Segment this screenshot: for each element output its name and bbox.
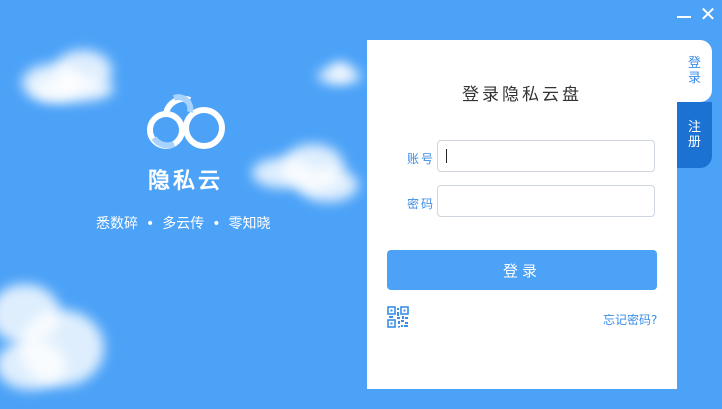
cloud-decoration xyxy=(248,140,363,210)
password-label: 密码 xyxy=(406,197,435,211)
tagline-item: 多云传 xyxy=(162,216,205,232)
forgot-password-link[interactable]: 忘记密码? xyxy=(603,311,657,328)
tagline-separator: • xyxy=(212,216,221,232)
minimize-button[interactable] xyxy=(673,4,695,24)
tagline-separator: • xyxy=(146,216,155,232)
account-input[interactable] xyxy=(437,140,655,172)
minimize-icon xyxy=(677,16,691,18)
cloud-logo-icon xyxy=(147,94,225,149)
login-panel: 登录隐私云盘 账号 密码 登录 忘记密码? xyxy=(367,40,677,389)
tagline: 悉数碎 • 多云传 • 零知晓 xyxy=(96,213,271,233)
brand-name: 隐私云 xyxy=(148,169,224,194)
cloud-decoration xyxy=(315,60,365,88)
login-title: 登录隐私云盘 xyxy=(462,85,582,105)
cloud-decoration xyxy=(14,42,124,112)
login-button[interactable]: 登录 xyxy=(387,250,657,290)
password-input[interactable] xyxy=(437,185,655,217)
tab-register[interactable]: 注册 xyxy=(677,102,712,168)
login-window: ✕ 隐私云 悉数碎 • 多云传 • 零知晓 登录隐私云盘 账号 密码 登录 忘记… xyxy=(0,0,722,409)
close-icon: ✕ xyxy=(699,2,717,26)
account-label: 账号 xyxy=(406,152,435,166)
cloud-decoration xyxy=(0,270,120,400)
tagline-item: 悉数碎 xyxy=(96,216,138,232)
tagline-item: 零知晓 xyxy=(228,216,271,232)
qr-code-icon[interactable] xyxy=(387,306,409,328)
text-caret xyxy=(446,149,447,163)
tab-login-label: 登录 xyxy=(688,56,702,86)
tab-register-label: 注册 xyxy=(688,120,702,150)
close-button[interactable]: ✕ xyxy=(697,4,719,24)
tab-login[interactable]: 登录 xyxy=(677,40,712,102)
